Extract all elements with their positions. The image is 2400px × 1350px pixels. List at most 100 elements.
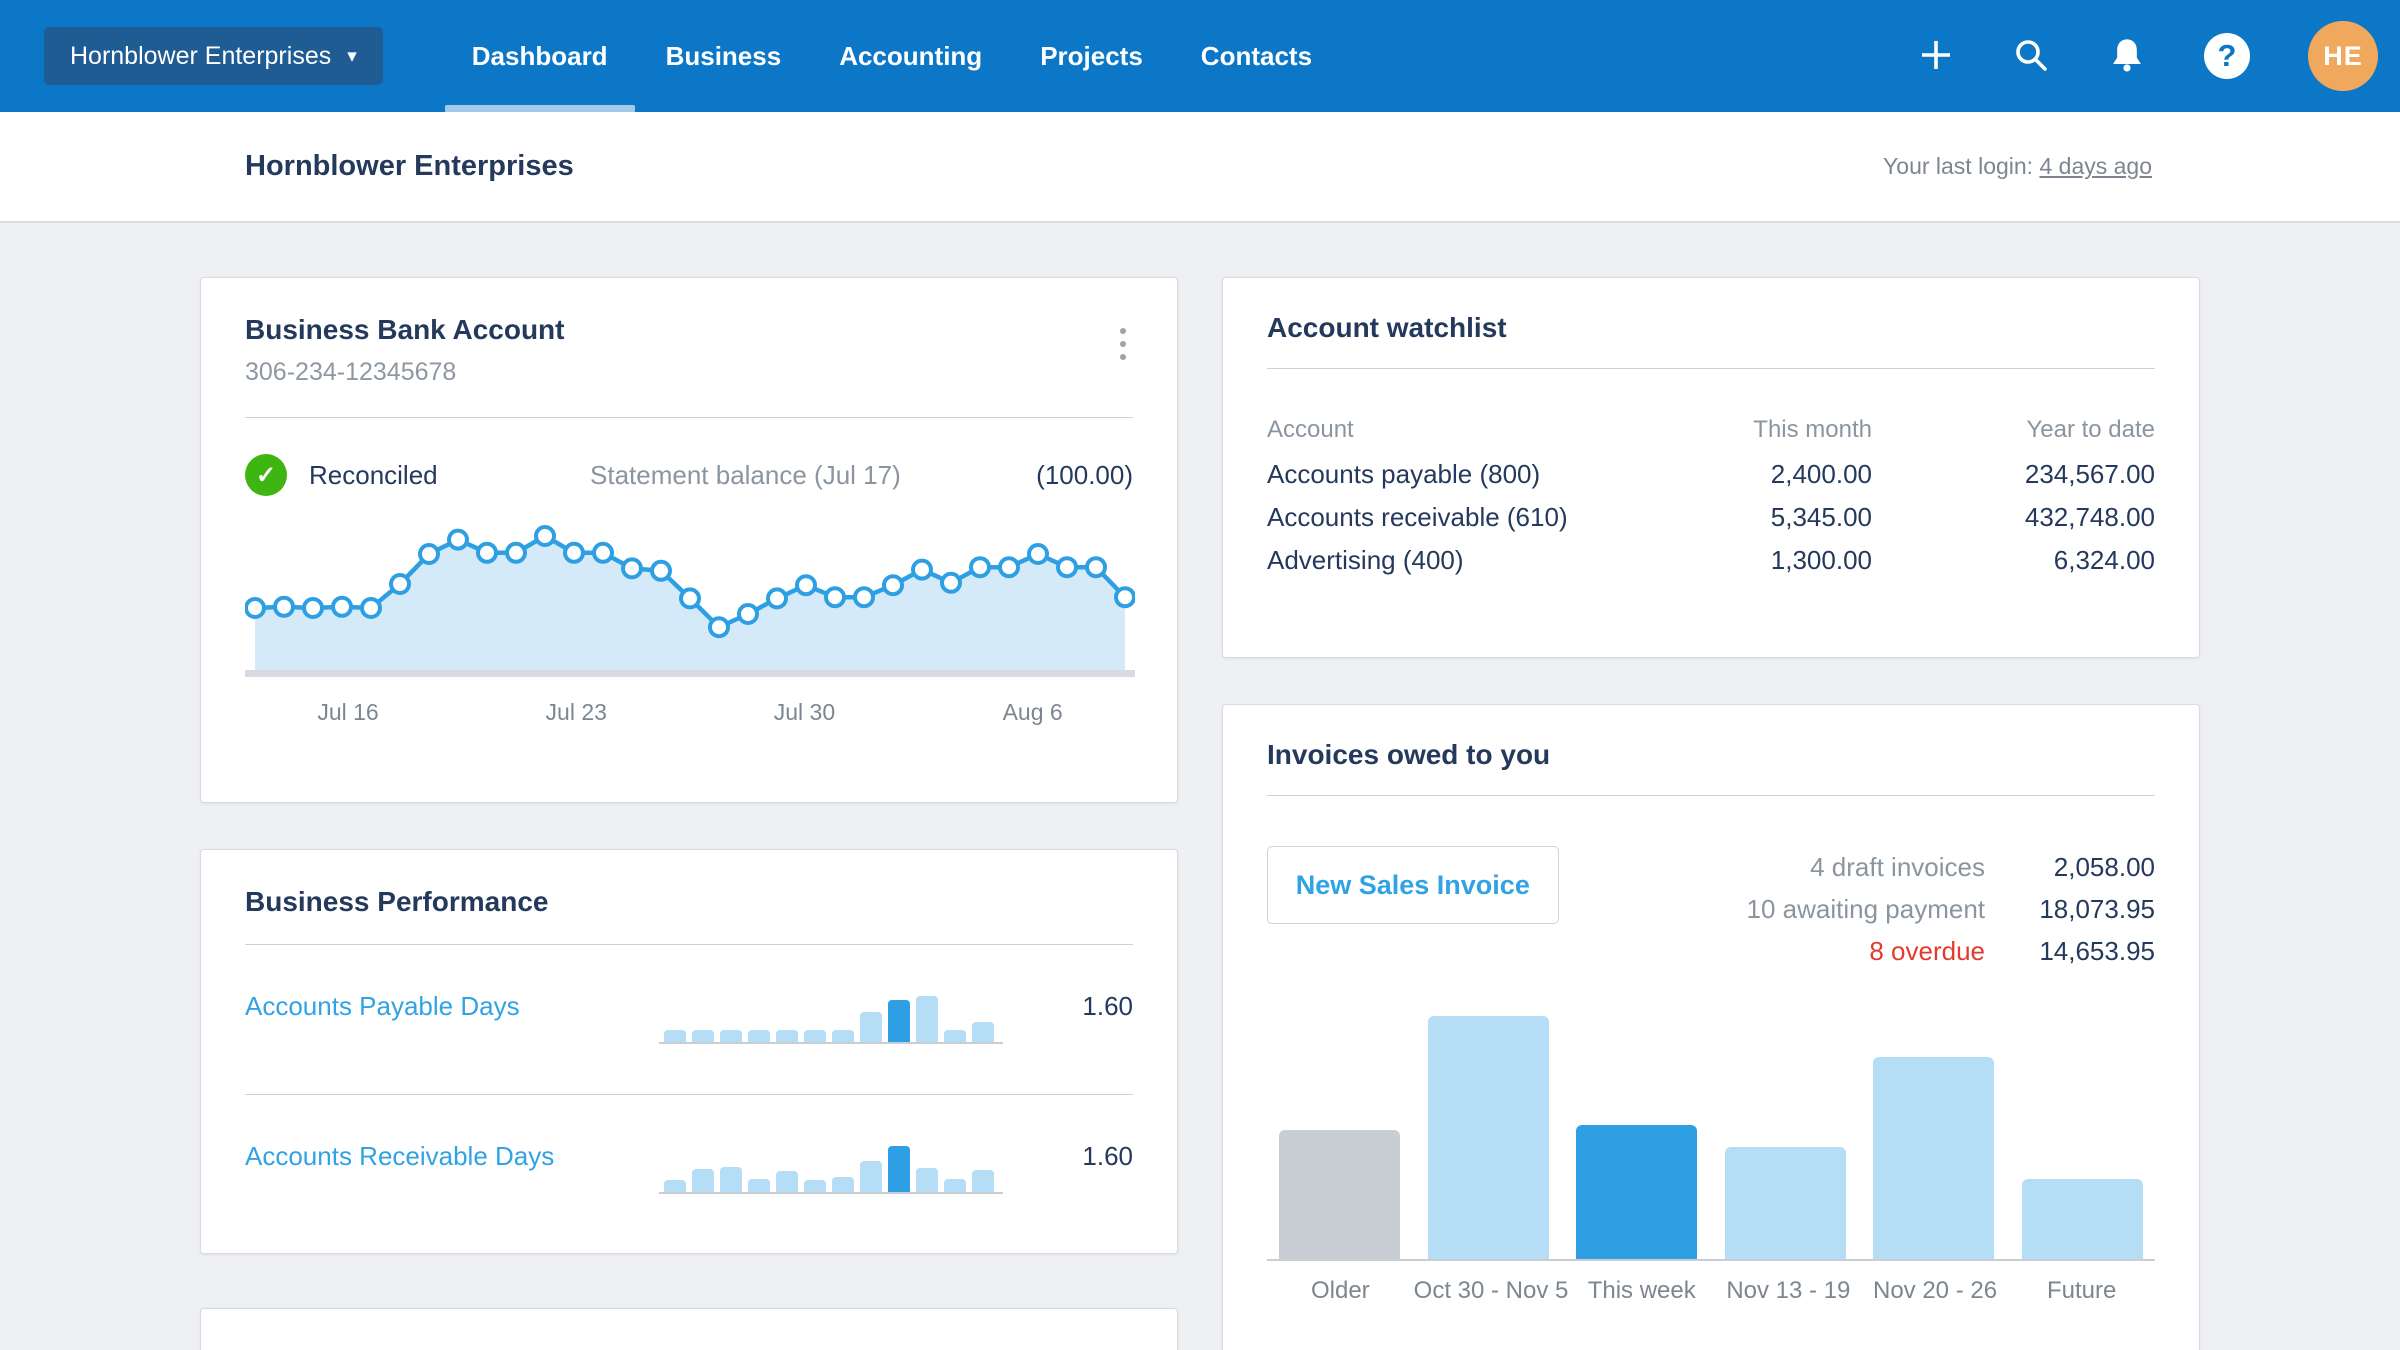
draft-invoices-amount: 2,058.00 [2053, 851, 2155, 882]
accounts-payable-days-link[interactable]: Accounts Payable Days [245, 991, 590, 1022]
tab-projects[interactable]: Projects [1011, 0, 1172, 112]
chevron-down-icon: ▾ [347, 45, 357, 67]
check-circle-icon: ✓ [245, 454, 287, 496]
performance-row: Accounts Receivable Days 1.60 [245, 1095, 1133, 1218]
top-actions: ? HE [1918, 21, 2378, 91]
plus-icon [1918, 37, 1954, 76]
help-button[interactable]: ? [2204, 33, 2250, 79]
overdue-amount: 14,653.95 [2039, 935, 2155, 966]
x-tick: Nov 13 - 19 [1726, 1277, 1851, 1304]
tab-contacts[interactable]: Contacts [1172, 0, 1341, 112]
divider [1267, 368, 2155, 369]
tab-dashboard[interactable]: Dashboard [443, 0, 637, 112]
dashboard-page: Hornblower Enterprises ▾ Dashboard Busin… [0, 0, 2400, 1350]
divider [1267, 795, 2155, 796]
year-to-date-value: 234,567.00 [2024, 459, 2155, 489]
watchlist-card-title: Account watchlist [1267, 312, 1507, 343]
x-tick: Oct 30 - Nov 5 [1413, 1277, 1569, 1304]
statement-balance-label: Statement balance (Jul 17) [590, 459, 901, 490]
column-header: Account [1267, 416, 1354, 443]
search-button[interactable] [2012, 36, 2050, 77]
watchlist-table: Account This month Year to date Accounts… [1267, 407, 2155, 582]
invoices-summary-section: New Sales Invoice 4 draft invoices 2,058… [1267, 846, 2155, 972]
awaiting-payment-link[interactable]: 10 awaiting payment [1559, 894, 1985, 925]
bank-card-title: Business Bank Account [245, 314, 565, 345]
top-navigation-bar: Hornblower Enterprises ▾ Dashboard Busin… [0, 0, 2400, 112]
this-month-value: 5,345.00 [1770, 502, 1872, 532]
x-tick: Nov 20 - 26 [1872, 1277, 1998, 1304]
invoices-bar-chart [1267, 1016, 2155, 1261]
add-button[interactable] [1918, 37, 1954, 76]
invoice-bar[interactable] [2021, 1179, 2143, 1259]
dashboard-grid: Business Bank Account 306-234-12345678 ✓… [0, 223, 2400, 1350]
this-month-value: 1,300.00 [1770, 545, 1872, 575]
left-column: Business Bank Account 306-234-12345678 ✓… [200, 277, 1178, 1350]
page-title: Hornblower Enterprises [245, 150, 574, 182]
notifications-button[interactable] [2108, 36, 2146, 77]
bank-balance-chart: Jul 16 Jul 23 Jul 30 Aug 6 [244, 522, 1136, 739]
draft-invoices-link[interactable]: 4 draft invoices [1559, 852, 1985, 883]
bank-account-card: Business Bank Account 306-234-12345678 ✓… [200, 277, 1178, 803]
reconciled-label: Reconciled [309, 459, 438, 490]
account-watchlist-card: Account watchlist Account This month Yea… [1222, 277, 2200, 658]
business-performance-card: Business Performance Accounts Payable Da… [200, 849, 1178, 1254]
last-login: Your last login: 4 days ago [1883, 153, 2152, 180]
performance-card-title: Business Performance [245, 886, 549, 917]
summary-row: 8 overdue 14,653.95 [1559, 930, 2155, 972]
invoices-owed-card: Invoices owed to you New Sales Invoice 4… [1222, 704, 2200, 1350]
invoice-bar[interactable] [1873, 1057, 1995, 1259]
this-month-value: 2,400.00 [1770, 459, 1872, 489]
year-to-date-value: 432,748.00 [2024, 502, 2155, 532]
accounts-receivable-days-value: 1.60 [1082, 1141, 1133, 1171]
table-row[interactable]: Accounts payable (800) 2,400.00 234,567.… [1267, 453, 2155, 496]
org-switcher-button[interactable]: Hornblower Enterprises ▾ [44, 27, 383, 85]
account-name: Advertising (400) [1267, 545, 1464, 575]
x-tick: Older [1310, 1277, 1370, 1304]
watchlist-header-row: Account This month Year to date [1267, 407, 2155, 453]
bank-account-number: 306-234-12345678 [245, 358, 457, 386]
invoice-bar[interactable] [1576, 1125, 1698, 1259]
x-tick: This week [1587, 1277, 1696, 1304]
org-name: Hornblower Enterprises [70, 41, 332, 70]
bell-icon [2108, 36, 2146, 77]
kebab-menu-icon[interactable] [1103, 312, 1143, 376]
search-icon [2012, 36, 2050, 77]
help-icon: ? [2204, 33, 2250, 79]
invoices-summary: 4 draft invoices 2,058.00 10 awaiting pa… [1559, 846, 2155, 972]
x-tick: Jul 16 [317, 699, 379, 725]
accounts-receivable-days-link[interactable]: Accounts Receivable Days [245, 1141, 590, 1172]
next-card-partial [200, 1308, 1178, 1350]
invoice-bar[interactable] [1427, 1016, 1549, 1259]
column-header: This month [1753, 416, 1872, 443]
last-login-label: Your last login: [1883, 153, 2034, 179]
reconciled-status: ✓ Reconciled [245, 454, 590, 496]
performance-row: Accounts Payable Days 1.60 [245, 945, 1133, 1068]
summary-row: 10 awaiting payment 18,073.95 [1559, 888, 2155, 930]
divider [245, 417, 1133, 418]
x-tick: Jul 30 [773, 699, 836, 725]
x-tick: Jul 23 [545, 699, 607, 725]
accounts-payable-days-value: 1.60 [1082, 991, 1133, 1021]
accounts-receivable-days-chart [659, 1120, 1003, 1194]
accounts-payable-days-chart [659, 970, 1003, 1044]
tab-business[interactable]: Business [637, 0, 811, 112]
page-header: Hornblower Enterprises Your last login: … [0, 112, 2400, 223]
invoice-bar[interactable] [1279, 1130, 1400, 1259]
invoice-bar[interactable] [1724, 1147, 1846, 1259]
tab-accounting[interactable]: Accounting [810, 0, 1011, 112]
invoices-chart-x-labels: Older Oct 30 - Nov 5 This week Nov 13 - … [1267, 1277, 2155, 1305]
x-tick: Aug 6 [1002, 699, 1063, 725]
account-name: Accounts payable (800) [1267, 459, 1541, 489]
new-sales-invoice-button[interactable]: New Sales Invoice [1267, 846, 1559, 924]
awaiting-payment-amount: 18,073.95 [2039, 893, 2155, 924]
table-row[interactable]: Accounts receivable (610) 5,345.00 432,7… [1267, 496, 2155, 539]
last-login-link[interactable]: 4 days ago [2039, 153, 2152, 179]
table-row[interactable]: Advertising (400) 1,300.00 6,324.00 [1267, 539, 2155, 582]
reconciled-status-row: ✓ Reconciled Statement balance (Jul 17) … [245, 454, 1133, 496]
avatar[interactable]: HE [2308, 21, 2378, 91]
overdue-link[interactable]: 8 overdue [1559, 936, 1985, 967]
x-tick: Future [2047, 1277, 2117, 1304]
account-name: Accounts receivable (610) [1267, 502, 1568, 532]
main-nav: Dashboard Business Accounting Projects C… [443, 0, 1341, 112]
right-column: Account watchlist Account This month Yea… [1222, 277, 2200, 1350]
